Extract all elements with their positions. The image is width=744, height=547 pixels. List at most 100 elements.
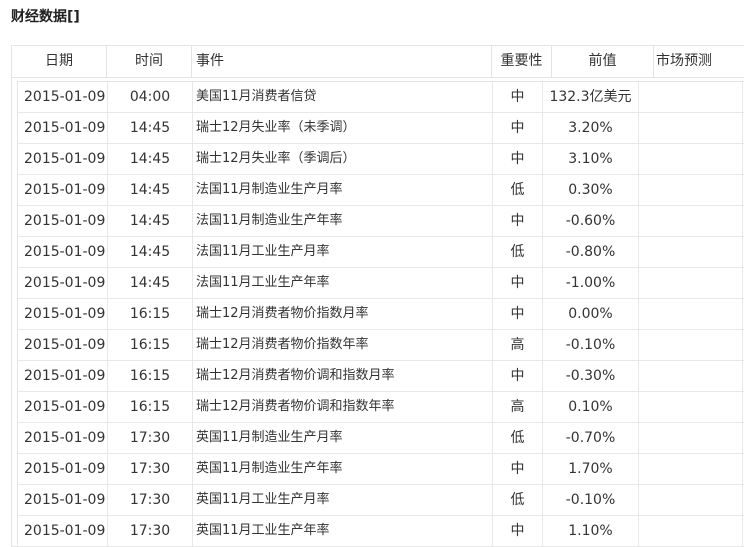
cell-time: 14:45 (108, 237, 193, 267)
table-row[interactable]: 2015-01-09 14:45 法国11月工业生产年率 中 -1.00% (18, 268, 744, 299)
table-row[interactable]: 2015-01-09 04:00 美国11月消费者信贷 中 132.3亿美元 (18, 82, 744, 113)
cell-previous: 0.10% (543, 392, 639, 422)
cell-event: 英国11月制造业生产月率 (193, 423, 493, 453)
cell-previous: 0.30% (543, 175, 639, 205)
cell-date: 2015-01-09 (18, 82, 108, 112)
cell-date: 2015-01-09 (18, 144, 108, 174)
cell-importance: 低 (493, 175, 543, 205)
cell-date: 2015-01-09 (18, 268, 108, 298)
header-forecast[interactable]: 市场预测 (654, 46, 744, 77)
cell-importance: 中 (493, 299, 543, 329)
cell-previous: 132.3亿美元 (543, 82, 639, 112)
table-row[interactable]: 2015-01-09 14:45 法国11月制造业生产年率 中 -0.60% (18, 206, 744, 237)
cell-date: 2015-01-09 (18, 454, 108, 484)
cell-importance: 高 (493, 330, 543, 360)
header-previous[interactable]: 前值 (552, 46, 654, 77)
cell-importance: 中 (493, 361, 543, 391)
cell-time: 14:45 (108, 268, 193, 298)
cell-previous: 1.10% (543, 516, 639, 546)
cell-forecast (639, 361, 743, 391)
cell-event: 法国11月制造业生产月率 (193, 175, 493, 205)
cell-event: 瑞士12月消费者物价调和指数年率 (193, 392, 493, 422)
cell-date: 2015-01-09 (18, 206, 108, 236)
cell-previous: 1.70% (543, 454, 639, 484)
cell-previous: -1.00% (543, 268, 639, 298)
cell-forecast (639, 113, 743, 143)
cell-forecast (639, 237, 743, 267)
cell-time: 16:15 (108, 299, 193, 329)
cell-date: 2015-01-09 (18, 423, 108, 453)
cell-date: 2015-01-09 (18, 392, 108, 422)
table-row[interactable]: 2015-01-09 14:45 瑞士12月失业率（季调后） 中 3.10% (18, 144, 744, 175)
table-header: 日期 时间 事件 重要性 前值 市场预测 (12, 46, 744, 78)
cell-time: 16:15 (108, 392, 193, 422)
cell-forecast (639, 206, 743, 236)
cell-importance: 低 (493, 485, 543, 515)
cell-event: 美国11月消费者信贷 (193, 82, 493, 112)
cell-previous: -0.60% (543, 206, 639, 236)
cell-event: 瑞士12月失业率（未季调） (193, 113, 493, 143)
cell-time: 14:45 (108, 113, 193, 143)
cell-event: 瑞士12月消费者物价调和指数月率 (193, 361, 493, 391)
table-row[interactable]: 2015-01-09 14:45 瑞士12月失业率（未季调） 中 3.20% (18, 113, 744, 144)
cell-date: 2015-01-09 (18, 330, 108, 360)
cell-event: 英国11月工业生产年率 (193, 516, 493, 546)
cell-time: 16:15 (108, 361, 193, 391)
cell-forecast (639, 392, 743, 422)
cell-event: 英国11月制造业生产年率 (193, 454, 493, 484)
table-row[interactable]: 2015-01-09 14:45 法国11月工业生产月率 低 -0.80% (18, 237, 744, 268)
table-row[interactable]: 2015-01-09 17:30 英国11月工业生产月率 低 -0.10% (18, 485, 744, 516)
cell-date: 2015-01-09 (18, 361, 108, 391)
cell-time: 16:15 (108, 330, 193, 360)
cell-forecast (639, 175, 743, 205)
cell-event: 瑞士12月消费者物价指数月率 (193, 299, 493, 329)
table-row[interactable]: 2015-01-09 17:30 英国11月工业生产年率 中 1.10% (18, 516, 744, 547)
cell-forecast (639, 516, 743, 546)
cell-importance: 中 (493, 82, 543, 112)
cell-event: 法国11月工业生产年率 (193, 268, 493, 298)
cell-importance: 中 (493, 516, 543, 546)
cell-previous: -0.70% (543, 423, 639, 453)
header-importance[interactable]: 重要性 (492, 46, 552, 77)
cell-previous: 3.20% (543, 113, 639, 143)
cell-forecast (639, 82, 743, 112)
cell-event: 瑞士12月消费者物价指数年率 (193, 330, 493, 360)
header-time[interactable]: 时间 (107, 46, 192, 77)
cell-importance: 中 (493, 144, 543, 174)
cell-event: 法国11月工业生产月率 (193, 237, 493, 267)
table-row[interactable]: 2015-01-09 17:30 英国11月制造业生产年率 中 1.70% (18, 454, 744, 485)
cell-time: 14:45 (108, 175, 193, 205)
cell-previous: 3.10% (543, 144, 639, 174)
table-row[interactable]: 2015-01-09 16:15 瑞士12月消费者物价调和指数月率 中 -0.3… (18, 361, 744, 392)
cell-forecast (639, 299, 743, 329)
table-row[interactable]: 2015-01-09 16:15 瑞士12月消费者物价指数月率 中 0.00% (18, 299, 744, 330)
cell-forecast (639, 268, 743, 298)
cell-date: 2015-01-09 (18, 237, 108, 267)
table-row[interactable]: 2015-01-09 14:45 法国11月制造业生产月率 低 0.30% (18, 175, 744, 206)
cell-forecast (639, 485, 743, 515)
cell-previous: -0.10% (543, 330, 639, 360)
cell-forecast (639, 423, 743, 453)
cell-previous: -0.10% (543, 485, 639, 515)
cell-forecast (639, 454, 743, 484)
cell-forecast (639, 330, 743, 360)
table-row[interactable]: 2015-01-09 17:30 英国11月制造业生产月率 低 -0.70% (18, 423, 744, 454)
table-row[interactable]: 2015-01-09 16:15 瑞士12月消费者物价指数年率 高 -0.10% (18, 330, 744, 361)
cell-time: 04:00 (108, 82, 193, 112)
table-row[interactable]: 2015-01-09 16:15 瑞士12月消费者物价调和指数年率 高 0.10… (18, 392, 744, 423)
header-date[interactable]: 日期 (12, 46, 107, 77)
cell-date: 2015-01-09 (18, 299, 108, 329)
cell-importance: 低 (493, 237, 543, 267)
cell-event: 法国11月制造业生产年率 (193, 206, 493, 236)
table-body: 2015-01-09 04:00 美国11月消费者信贷 中 132.3亿美元 2… (17, 81, 744, 547)
cell-time: 14:45 (108, 206, 193, 236)
cell-date: 2015-01-09 (18, 485, 108, 515)
cell-importance: 中 (493, 206, 543, 236)
cell-time: 17:30 (108, 454, 193, 484)
cell-forecast (639, 144, 743, 174)
cell-previous: 0.00% (543, 299, 639, 329)
cell-event: 瑞士12月失业率（季调后） (193, 144, 493, 174)
data-table-panel: 日期 时间 事件 重要性 前值 市场预测 2015-01-09 04:00 美国… (11, 45, 744, 547)
header-event[interactable]: 事件 (192, 46, 492, 77)
cell-previous: -0.80% (543, 237, 639, 267)
